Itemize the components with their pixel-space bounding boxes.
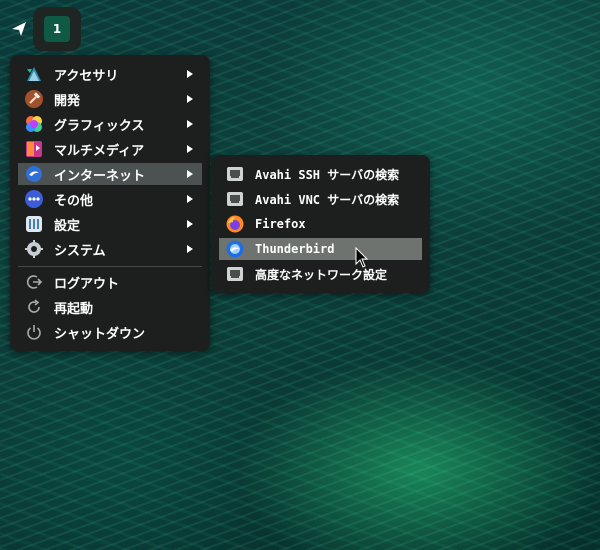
shutdown-icon <box>24 322 44 342</box>
submenu-arrow-icon <box>187 245 193 253</box>
firefox-icon <box>225 214 245 234</box>
menu-item-system[interactable]: システム <box>18 238 202 260</box>
restart-icon <box>24 297 44 317</box>
menu-item-label: その他 <box>54 193 94 209</box>
workspace-switcher[interactable]: 1 <box>33 7 81 51</box>
menu-item-label: グラフィックス <box>54 118 145 134</box>
internet-icon <box>24 164 44 184</box>
menu-item-label: マルチメディア <box>54 143 145 159</box>
settings-icon <box>24 214 44 234</box>
submenu-arrow-icon <box>187 220 193 228</box>
submenu-item-firefox[interactable]: Firefox <box>219 213 422 235</box>
graphics-icon <box>24 114 44 134</box>
submenu-arrow-icon <box>187 145 193 153</box>
internet-submenu: Avahi SSH サーバの検索 Avahi VNC サーバの検索 Firefo… <box>211 155 430 293</box>
menu-item-internet[interactable]: インターネット <box>18 163 202 185</box>
menu-item-shutdown[interactable]: シャットダウン <box>18 321 202 343</box>
thunderbird-icon <box>225 239 245 259</box>
workspace-1-button[interactable]: 1 <box>44 16 70 42</box>
network-icon <box>225 164 245 184</box>
development-hammer-icon <box>24 89 44 109</box>
menu-item-settings[interactable]: 設定 <box>18 213 202 235</box>
submenu-arrow-icon <box>187 95 193 103</box>
submenu-item-label: Avahi VNC サーバの検索 <box>255 192 400 207</box>
menu-item-other[interactable]: その他 <box>18 188 202 210</box>
menu-item-label: システム <box>54 243 106 259</box>
submenu-arrow-icon <box>187 120 193 128</box>
menu-item-label: シャットダウン <box>54 326 146 342</box>
network-icon <box>225 264 245 284</box>
menu-item-development[interactable]: 開発 <box>18 88 202 110</box>
send-arrow-icon[interactable] <box>10 20 28 38</box>
menu-item-label: 設定 <box>54 218 81 234</box>
accessories-icon <box>24 64 44 84</box>
menu-item-graphics[interactable]: グラフィックス <box>18 113 202 135</box>
menu-item-logout[interactable]: ログアウト <box>18 271 202 293</box>
application-menu: アクセサリ 開発 グラフィックス マルチメディア インターネット その他 設定 … <box>10 55 210 351</box>
submenu-item-avahi-vnc[interactable]: Avahi VNC サーバの検索 <box>219 188 422 210</box>
submenu-item-avahi-ssh[interactable]: Avahi SSH サーバの検索 <box>219 163 422 185</box>
submenu-arrow-icon <box>187 195 193 203</box>
multimedia-icon <box>24 139 44 159</box>
mouse-cursor-icon <box>355 247 369 268</box>
menu-item-label: アクセサリ <box>54 68 119 84</box>
menu-item-label: 開発 <box>54 93 81 109</box>
submenu-arrow-icon <box>187 70 193 78</box>
system-gear-icon <box>24 239 44 259</box>
menu-item-label: インターネット <box>54 168 146 184</box>
menu-item-accessories[interactable]: アクセサリ <box>18 63 202 85</box>
submenu-item-label: Firefox <box>255 217 306 231</box>
submenu-item-thunderbird[interactable]: Thunderbird <box>219 238 422 260</box>
submenu-item-label: Thunderbird <box>255 242 335 256</box>
menu-item-label: ログアウト <box>54 276 120 292</box>
menu-item-label: 再起動 <box>54 301 94 317</box>
submenu-item-label: Avahi SSH サーバの検索 <box>255 167 400 182</box>
menu-separator <box>18 266 202 267</box>
submenu-arrow-icon <box>187 170 193 178</box>
submenu-item-advanced-network[interactable]: 高度なネットワーク設定 <box>219 263 422 285</box>
other-icon <box>24 189 44 209</box>
logout-icon <box>24 272 44 292</box>
menu-item-multimedia[interactable]: マルチメディア <box>18 138 202 160</box>
network-icon <box>225 189 245 209</box>
menu-item-restart[interactable]: 再起動 <box>18 296 202 318</box>
